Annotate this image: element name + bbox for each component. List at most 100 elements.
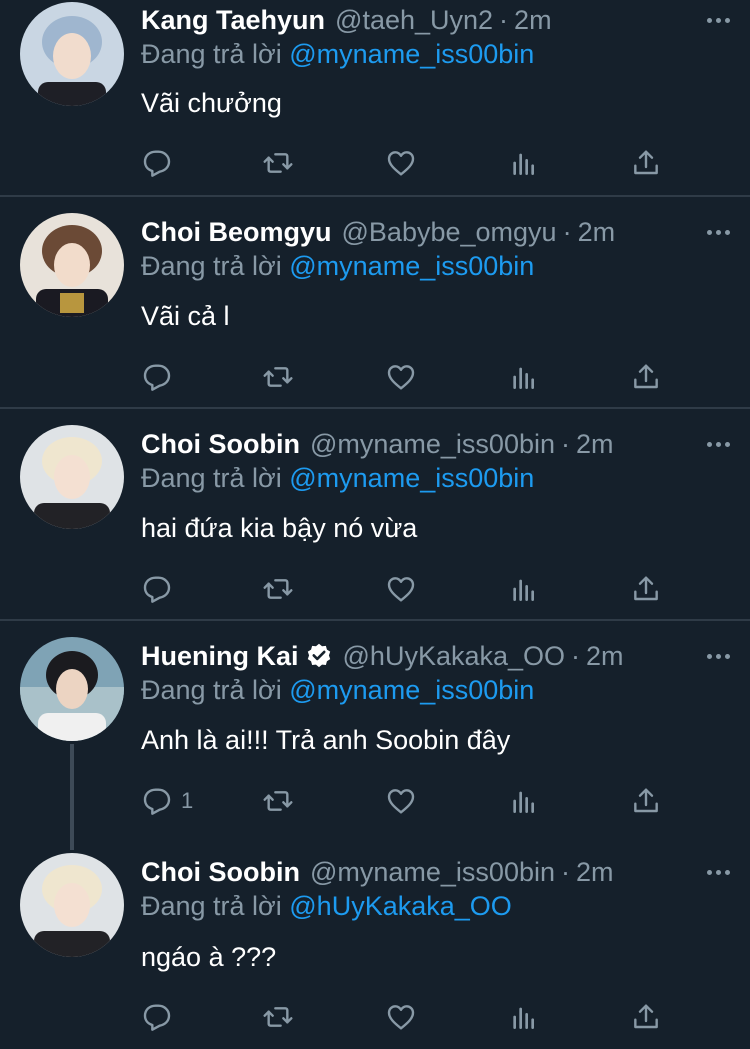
mention-link[interactable]: @hUyKakaka_OO [289,891,512,921]
more-icon[interactable] [690,854,730,890]
mention-link[interactable]: @myname_iss00bin [289,251,534,281]
share-icon [634,1004,658,1029]
analytics-icon [513,579,534,601]
tweet-header: Choi Soobin @myname_iss00bin · 2m [141,854,730,890]
action-bar [0,997,750,1037]
tweet-text: Anh là ai!!! Trả anh Soobin đây [141,725,511,755]
analytics-icon [513,153,534,175]
retweet-icon [263,791,293,811]
mention-link[interactable]: @myname_iss00bin [289,39,534,69]
share-button[interactable] [630,781,662,821]
more-icon[interactable] [690,2,730,38]
avatar[interactable] [20,2,124,106]
separator-dot: · [499,4,509,35]
like-button[interactable] [385,569,417,609]
username-handle[interactable]: @myname_iss00bin [310,857,555,888]
timestamp[interactable]: 2m [578,217,616,248]
avatar[interactable] [20,425,124,529]
like-button[interactable] [385,357,417,397]
retweet-icon [263,367,293,387]
timestamp[interactable]: 2m [514,5,552,36]
replying-to: Đang trả lời @hUyKakaka_OO [141,891,512,925]
reply-button[interactable] [141,997,181,1037]
like-button[interactable] [385,997,417,1037]
action-bar [0,569,750,609]
retweet-button[interactable] [262,781,294,821]
timestamp[interactable]: 2m [586,641,624,672]
tweet[interactable]: Kang Taehyun @taeh_Uyn2 · 2m Đang trả lờ… [0,0,750,196]
reply-button[interactable] [141,357,181,397]
display-name[interactable]: Choi Soobin [141,429,300,460]
tweet-text: hai đứa kia bậy nó vừa [141,513,418,543]
avatar[interactable] [20,637,124,741]
separator-dot: · [571,640,581,671]
analytics-icon [513,1007,534,1029]
share-button[interactable] [630,997,662,1037]
reply-button[interactable] [141,569,181,609]
verified-badge-icon [307,643,330,668]
analytics-button[interactable] [508,569,540,609]
replying-to: Đang trả lời @myname_iss00bin [141,39,534,73]
heart-icon [387,365,415,390]
analytics-button[interactable] [508,357,540,397]
analytics-button[interactable] [508,781,540,821]
retweet-button[interactable] [262,569,294,609]
retweet-button[interactable] [262,997,294,1037]
tweet[interactable]: Huening Kai @hUyKakaka_OO · 2m Đang trả … [0,621,750,832]
retweet-icon [263,579,293,599]
replying-to-label: Đang trả lời [141,891,290,921]
reply-icon [143,1004,171,1031]
tweet[interactable]: Choi Soobin @myname_iss00bin · 2m Đang t… [0,409,750,620]
action-bar [0,357,750,397]
analytics-button[interactable] [508,143,540,183]
avatar[interactable] [20,853,124,957]
separator-dot: · [561,428,570,459]
mention-link[interactable]: @myname_iss00bin [289,463,534,493]
like-button[interactable] [385,143,417,183]
username-handle[interactable]: @Babybe_omgyu [342,217,557,248]
retweet-button[interactable] [262,357,294,397]
heart-icon [387,1005,415,1030]
reply-button[interactable] [141,143,181,183]
tweet[interactable]: Choi Soobin @myname_iss00bin · 2m Đang t… [0,836,750,1049]
username-handle[interactable]: @taeh_Uyn2 [335,5,493,36]
timestamp[interactable]: 2m [576,857,614,888]
username-handle[interactable]: @myname_iss00bin [310,429,555,460]
retweet-button[interactable] [262,143,294,183]
more-icon[interactable] [690,214,730,250]
share-button[interactable] [630,569,662,609]
replying-to-label: Đang trả lời [141,675,290,705]
analytics-button[interactable] [508,997,540,1037]
reply-count: 1 [181,788,194,813]
share-button[interactable] [630,143,662,183]
reply-icon [143,788,171,815]
display-name[interactable]: Kang Taehyun [141,5,325,36]
tweet-text: ngáo à ??? [141,942,277,972]
retweet-icon [263,1007,293,1027]
replying-to-label: Đang trả lời [141,463,290,493]
reply-button[interactable]: 1 [141,781,193,821]
heart-icon [387,151,415,176]
replying-to-label: Đang trả lời [141,251,290,281]
more-icon[interactable] [690,638,730,674]
avatar[interactable] [20,213,124,317]
share-icon [634,364,658,389]
tweet-text: Vãi chưởng [141,88,282,118]
share-icon [634,150,658,175]
tweet-header: Choi Soobin @myname_iss00bin · 2m [141,426,730,462]
display-name[interactable]: Choi Beomgyu [141,217,332,248]
reply-icon [143,576,171,603]
more-icon[interactable] [690,426,730,462]
like-button[interactable] [385,781,417,821]
tweet[interactable]: Choi Beomgyu @Babybe_omgyu · 2m Đang trả… [0,197,750,408]
display-name[interactable]: Huening Kai [141,641,299,672]
share-button[interactable] [630,357,662,397]
mention-link[interactable]: @myname_iss00bin [289,675,534,705]
analytics-icon [513,367,534,389]
tweet-header: Huening Kai @hUyKakaka_OO · 2m [141,638,730,674]
display-name[interactable]: Choi Soobin [141,857,300,888]
timestamp[interactable]: 2m [576,429,614,460]
username-handle[interactable]: @hUyKakaka_OO [343,641,566,672]
share-icon [634,788,658,813]
separator-dot: · [562,216,572,247]
